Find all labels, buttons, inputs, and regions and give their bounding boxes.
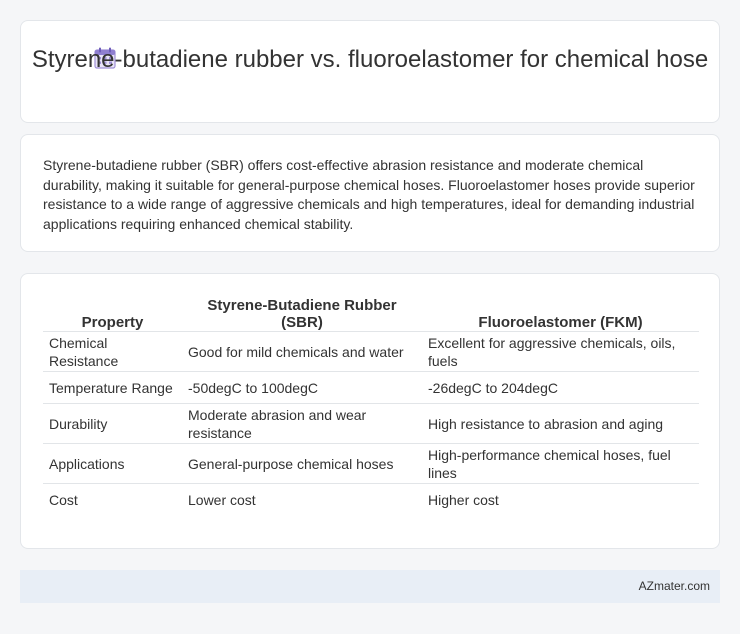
row-sbr-value: Lower cost: [182, 483, 422, 516]
comparison-table: Property Styrene-Butadiene Rubber (SBR) …: [43, 295, 699, 516]
table-row: Chemical Resistance Good for mild chemic…: [43, 331, 699, 372]
comparison-card: Property Styrene-Butadiene Rubber (SBR) …: [20, 273, 720, 549]
row-property: Durability: [43, 403, 182, 444]
table-row: Temperature Range -50degC to 100degC -26…: [43, 371, 699, 404]
row-property: Applications: [43, 443, 182, 484]
table-row: Durability Moderate abrasion and wear re…: [43, 403, 699, 444]
row-sbr-value: Moderate abrasion and wear resistance: [182, 403, 422, 444]
table-header-row: Property Styrene-Butadiene Rubber (SBR) …: [43, 295, 699, 332]
table-row: Cost Lower cost Higher cost: [43, 483, 699, 516]
row-fkm-value: Excellent for aggressive chemicals, oils…: [422, 331, 699, 372]
title-card: Styrene-butadiene rubber vs. fluoroelast…: [20, 20, 720, 123]
summary-card: Styrene-butadiene rubber (SBR) offers co…: [20, 134, 720, 252]
footer: AZmater.com: [20, 570, 720, 603]
header-property: Property: [81, 314, 144, 331]
table-row: Applications General-purpose chemical ho…: [43, 443, 699, 484]
row-fkm-value: High resistance to abrasion and aging: [422, 403, 699, 444]
page: Styrene-butadiene rubber vs. fluoroelast…: [0, 0, 740, 634]
footer-brand: AZmater.com: [638, 579, 710, 593]
row-property: Chemical Resistance: [43, 331, 182, 372]
row-fkm-value: High-performance chemical hoses, fuel li…: [422, 443, 699, 484]
row-sbr-value: Good for mild chemicals and water: [182, 331, 422, 372]
row-sbr-value: General-purpose chemical hoses: [182, 443, 422, 484]
page-title: Styrene-butadiene rubber vs. fluoroelast…: [31, 46, 709, 73]
header-sbr: Styrene-Butadiene Rubber (SBR): [207, 297, 397, 331]
row-fkm-value: -26degC to 204degC: [422, 371, 699, 404]
header-fkm: Fluoroelastomer (FKM): [478, 314, 643, 331]
row-sbr-value: -50degC to 100degC: [182, 371, 422, 404]
row-fkm-value: Higher cost: [422, 483, 699, 516]
row-property: Cost: [43, 483, 182, 516]
row-property: Temperature Range: [43, 371, 182, 404]
summary-text: Styrene-butadiene rubber (SBR) offers co…: [43, 157, 695, 232]
